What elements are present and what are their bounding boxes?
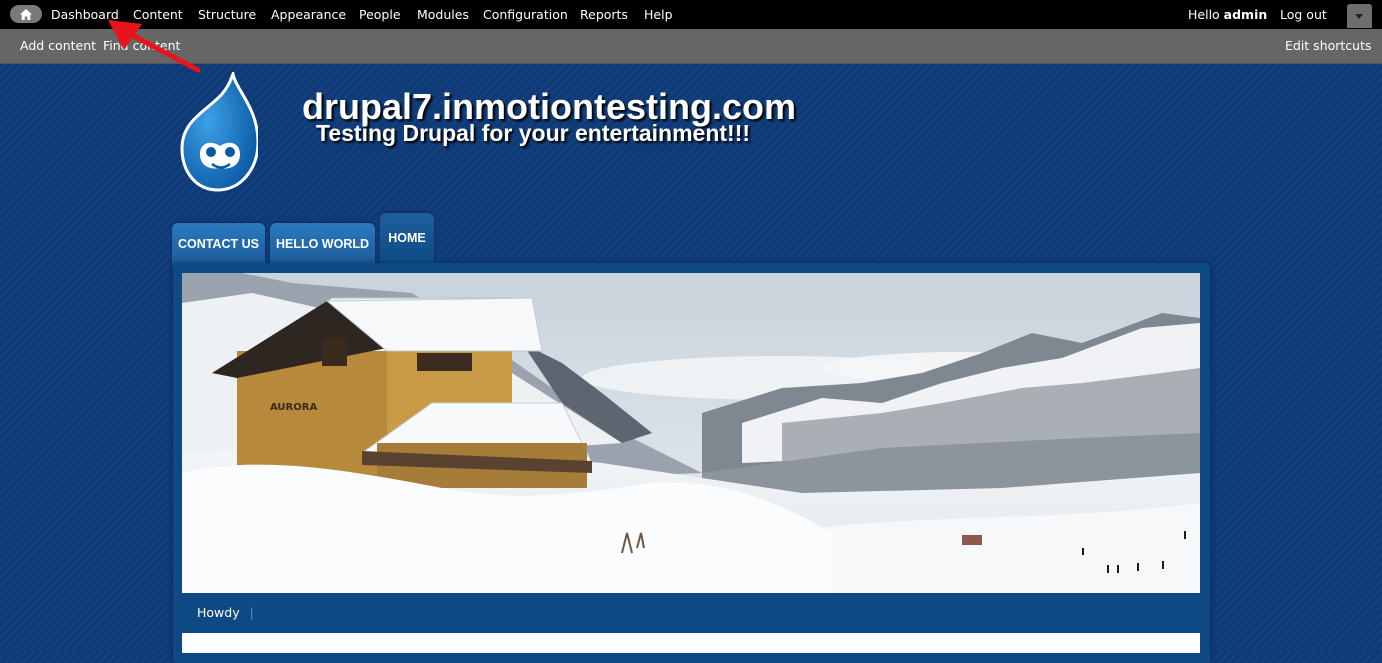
svg-text:AURORA: AURORA (270, 402, 317, 413)
tab-hello-world[interactable]: HELLO WORLD (270, 223, 375, 267)
site-slogan: Testing Drupal for your entertainment!!! (316, 120, 751, 146)
toolbar-menu-modules[interactable]: Modules (417, 0, 469, 29)
tab-home[interactable]: HOME (380, 213, 434, 265)
admin-toolbar: Dashboard Content Structure Appearance P… (0, 0, 1382, 29)
shortcuts-drawer-toggle[interactable] (1347, 4, 1372, 28)
greeting-prefix: Hello (1188, 7, 1220, 22)
home-button[interactable] (10, 5, 42, 23)
menu-separator: | (249, 605, 254, 620)
edit-shortcuts-link[interactable]: Edit shortcuts (1285, 29, 1372, 63)
tab-contact-us[interactable]: CONTACT US (172, 223, 265, 267)
toolbar-menu-reports[interactable]: Reports (580, 0, 628, 29)
toolbar-menu-structure[interactable]: Structure (198, 0, 256, 29)
shortcuts-bar: Add content Find content Edit shortcuts (0, 29, 1382, 64)
toolbar-menu-configuration[interactable]: Configuration (483, 0, 568, 29)
shortcut-find-content[interactable]: Find content (103, 29, 180, 63)
secondary-menu: Howdy | (197, 598, 254, 628)
tab-label: CONTACT US (177, 237, 259, 251)
banner-image: AURORA (182, 273, 1200, 593)
toolbar-menu-help[interactable]: Help (644, 0, 673, 29)
content-area (182, 633, 1200, 653)
username-link[interactable]: admin (1224, 7, 1268, 22)
secondary-menu-howdy[interactable]: Howdy (197, 605, 240, 620)
user-greeting: Hello admin (1188, 0, 1267, 29)
toolbar-menu-content[interactable]: Content (133, 0, 183, 29)
toolbar-menu-dashboard[interactable]: Dashboard (51, 0, 119, 29)
logout-link[interactable]: Log out (1280, 0, 1327, 29)
tab-label: HOME (388, 231, 426, 245)
drupal-drop-logo[interactable] (178, 72, 258, 192)
toolbar-menu-people[interactable]: People (359, 0, 401, 29)
home-icon (20, 8, 32, 20)
shortcut-add-content[interactable]: Add content (20, 29, 96, 63)
toolbar-menu-appearance[interactable]: Appearance (271, 0, 346, 29)
tab-label: HELLO WORLD (275, 237, 370, 251)
chevron-down-icon (1355, 14, 1363, 19)
